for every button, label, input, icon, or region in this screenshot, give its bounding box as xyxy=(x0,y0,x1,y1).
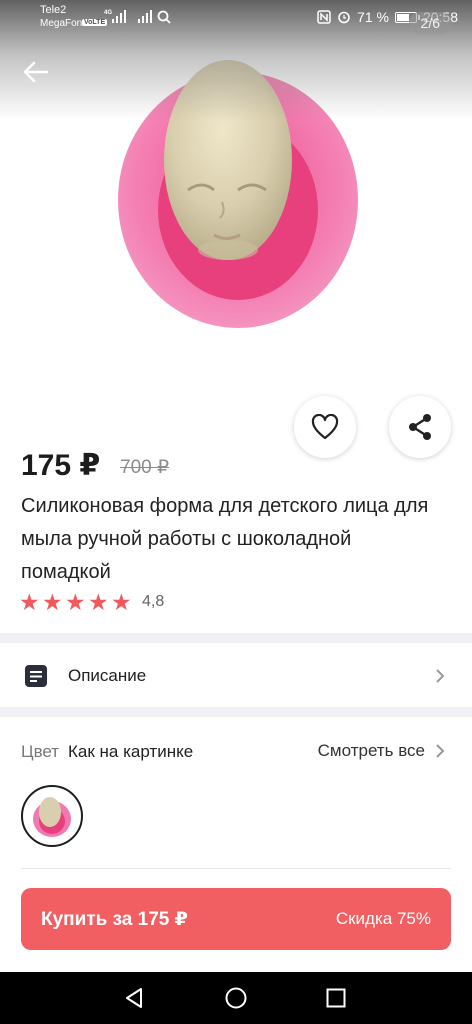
volte-badge: VoLTE xyxy=(82,19,108,26)
star-icon: ★ xyxy=(111,589,132,615)
signal-icon-1 xyxy=(112,10,126,23)
discount-label: Скидка 75% xyxy=(335,909,431,928)
product-image-gallery[interactable]: Tele2 MegaFon VoLTE 4G 71 % 20:58 xyxy=(0,0,472,400)
document-icon xyxy=(25,665,47,687)
carrier-2: MegaFon xyxy=(40,18,83,29)
section-divider xyxy=(0,633,472,643)
description-row[interactable]: Описание xyxy=(0,645,472,707)
favorite-button[interactable] xyxy=(294,396,356,458)
battery-percent: 71 % xyxy=(357,9,389,25)
carrier-1: Tele2 xyxy=(40,4,67,16)
color-value: Как на картинке xyxy=(68,742,194,761)
star-icon: ★ xyxy=(65,589,86,615)
alarm-icon xyxy=(338,11,350,24)
system-nav-bar xyxy=(0,972,472,1024)
share-icon xyxy=(409,414,431,440)
see-all-link[interactable]: Смотреть все xyxy=(318,741,425,761)
product-price: 175 ₽ xyxy=(21,449,101,482)
star-icon: ★ xyxy=(42,589,63,615)
star-icon: ★ xyxy=(88,589,109,615)
separator-line xyxy=(21,868,451,869)
rating-stars: ★ ★ ★ ★ ★ xyxy=(19,589,133,615)
product-title: Силиконовая форма для детского лица для … xyxy=(21,495,429,583)
network-type: 4G xyxy=(104,10,113,16)
image-counter: 2/6 xyxy=(408,12,452,34)
nav-home-icon[interactable] xyxy=(224,986,248,1010)
arrow-left-icon xyxy=(23,61,49,83)
nfc-icon xyxy=(317,10,331,24)
buy-button[interactable]: Купить за 175 ₽ Скидка 75% xyxy=(21,888,451,950)
signal-icon-2 xyxy=(138,10,152,23)
swatch-thumbnail xyxy=(33,797,71,837)
nav-back-icon[interactable] xyxy=(122,986,146,1010)
search-icon xyxy=(157,10,171,24)
description-label: Описание xyxy=(68,666,147,685)
share-button[interactable] xyxy=(389,396,451,458)
old-price: 700 ₽ xyxy=(120,457,170,478)
buy-label: Купить за 175 ₽ xyxy=(41,909,188,930)
back-button[interactable] xyxy=(20,56,52,88)
chevron-right-icon xyxy=(436,669,445,683)
nav-recents-icon[interactable] xyxy=(324,986,348,1010)
color-row: Цвет Как на картинке Смотреть все xyxy=(0,740,472,770)
color-label: Цвет xyxy=(21,742,60,761)
section-divider xyxy=(0,707,472,717)
chevron-right-icon[interactable] xyxy=(434,743,446,759)
color-swatch-selected[interactable] xyxy=(21,785,83,847)
rating-value: 4,8 xyxy=(142,593,165,610)
star-icon: ★ xyxy=(19,589,40,615)
status-bar: Tele2 MegaFon VoLTE 4G 71 % 20:58 xyxy=(0,0,472,36)
heart-icon xyxy=(311,414,339,440)
